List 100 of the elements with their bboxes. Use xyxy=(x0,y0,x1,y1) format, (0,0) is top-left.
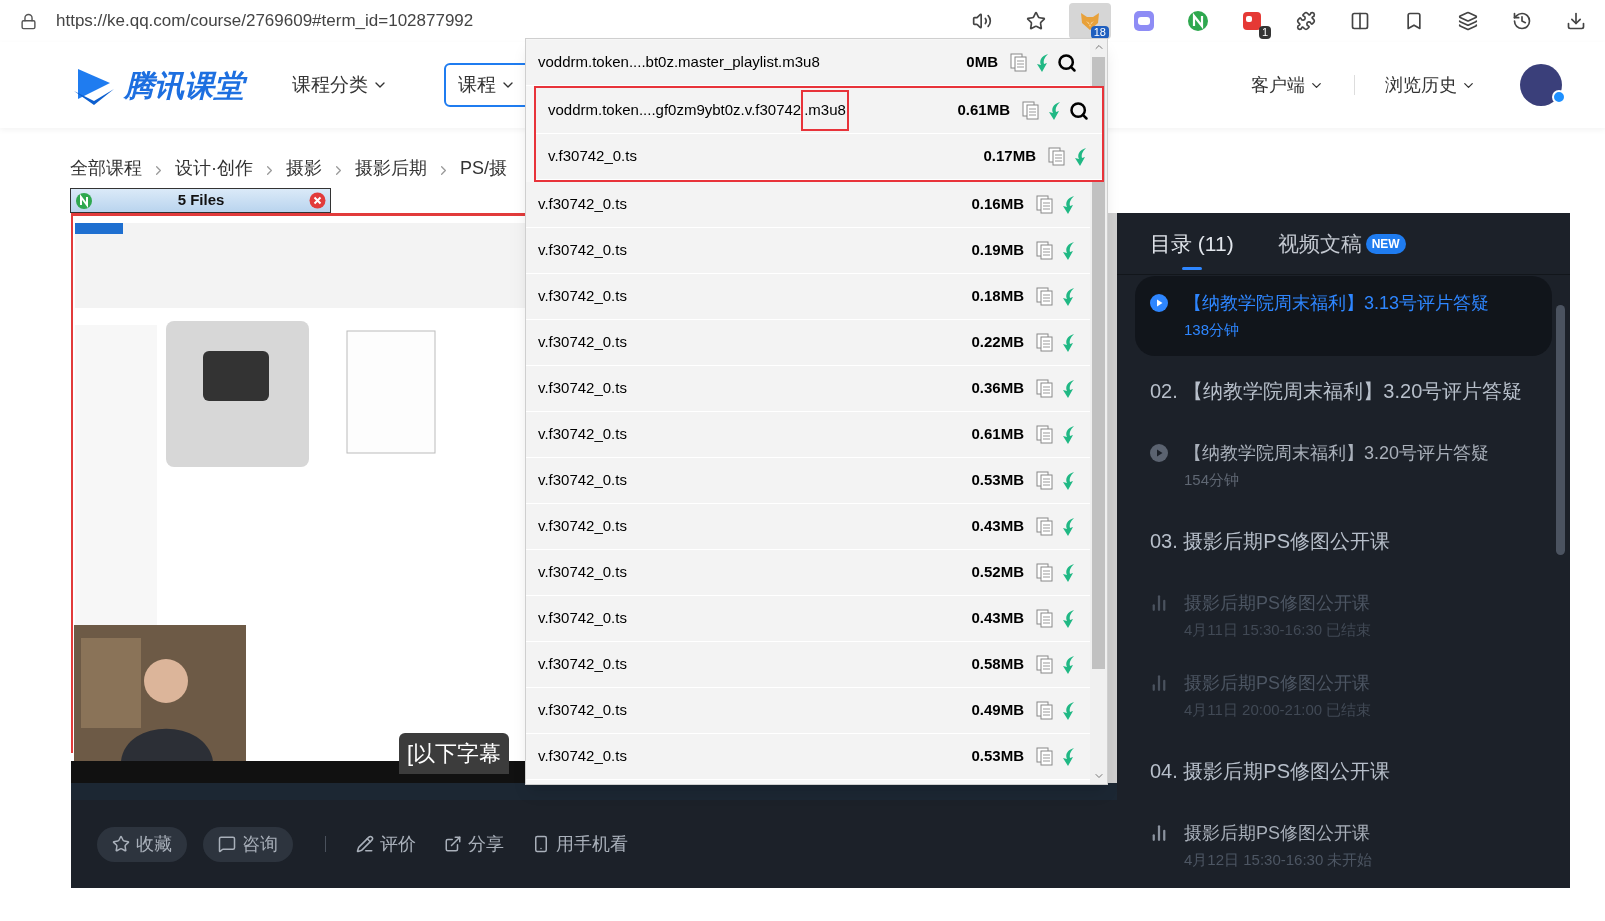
share-icon xyxy=(444,835,462,853)
header-link[interactable]: 客户端 xyxy=(1251,71,1324,99)
action-link[interactable]: 用手机看 xyxy=(532,830,628,858)
copy-button[interactable] xyxy=(1046,146,1068,167)
bars-icon xyxy=(1150,824,1168,842)
extension-icon xyxy=(1187,10,1209,32)
file-name: v.f30742_0.ts xyxy=(538,194,627,215)
toolbar-button[interactable]: 18 xyxy=(1069,3,1111,39)
file-size: 0.36MB xyxy=(971,378,1024,399)
favorites-icon xyxy=(1404,11,1424,31)
extensions-icon xyxy=(1296,11,1316,31)
copy-icon xyxy=(1036,378,1054,399)
favorite-add-icon xyxy=(1026,11,1046,31)
breadcrumb-link[interactable]: 摄影后期 xyxy=(355,155,427,182)
lesson-title: 【纳教学院周末福利】3.20号评片答疑 xyxy=(1184,442,1490,465)
file-name: v.f30742_0.ts xyxy=(538,608,627,629)
lesson-item[interactable]: 【纳教学院周末福利】3.13号评片答疑 138分钟 xyxy=(1135,276,1552,356)
bars-icon xyxy=(1150,674,1168,692)
copy-button[interactable] xyxy=(1034,608,1056,629)
copy-button[interactable] xyxy=(1008,52,1030,73)
breadcrumb-link[interactable]: PS/摄 xyxy=(460,155,507,182)
copy-button[interactable] xyxy=(1034,332,1056,353)
copy-icon xyxy=(1036,608,1054,629)
file-name: v.f30742_0.ts xyxy=(538,332,627,353)
copy-button[interactable] xyxy=(1034,240,1056,261)
file-size: 0.43MB xyxy=(971,608,1024,629)
file-size: 0.49MB xyxy=(971,700,1024,721)
new-badge: NEW xyxy=(1365,233,1406,254)
file-size: 0.53MB xyxy=(971,746,1024,767)
file-size: 0.17MB xyxy=(983,146,1036,167)
copy-button[interactable] xyxy=(1034,286,1056,307)
download-icon xyxy=(1566,11,1586,31)
file-size: 0.22MB xyxy=(971,332,1024,353)
history-icon xyxy=(1512,11,1532,31)
header-link[interactable]: 浏览历史 xyxy=(1385,71,1476,99)
copy-button[interactable] xyxy=(1034,516,1056,537)
catalog-tab[interactable]: 目录 (11) xyxy=(1150,213,1234,274)
extension-icon xyxy=(1133,10,1155,32)
copy-icon xyxy=(1036,424,1054,445)
count-badge: 1 xyxy=(1258,26,1271,39)
copy-button[interactable] xyxy=(1034,470,1056,491)
copy-button[interactable] xyxy=(1034,194,1056,215)
copy-button[interactable] xyxy=(1034,562,1056,583)
file-extension: .m3u8 xyxy=(801,90,849,131)
file-name: v.f30742_0.ts xyxy=(538,562,627,583)
file-name: v.f30742_0.ts xyxy=(538,516,627,537)
catalog-tab[interactable]: 视频文稿 NEW xyxy=(1277,213,1406,274)
copy-icon xyxy=(1036,654,1054,675)
copy-button[interactable] xyxy=(1034,700,1056,721)
copy-button[interactable] xyxy=(1020,100,1042,121)
chapter-title: 02. 【纳教学院周末福利】3.20号评片答疑 xyxy=(1150,379,1523,404)
copy-icon xyxy=(1036,286,1054,307)
address-bar[interactable]: https://ke.qq.com/course/2769609#term_id=102877992 xyxy=(56,8,474,34)
chapter-title: 04. 摄影后期PS修图公开课 xyxy=(1150,759,1391,784)
lock-icon xyxy=(20,12,37,30)
file-size: 0.19MB xyxy=(971,240,1024,261)
copy-icon xyxy=(1036,194,1054,215)
copy-button[interactable] xyxy=(1034,378,1056,399)
search-scope[interactable]: 课程 xyxy=(458,70,496,100)
category-menu[interactable]: 课程分类 xyxy=(292,70,388,100)
avatar[interactable] xyxy=(1520,64,1562,106)
bars-icon xyxy=(1150,594,1168,612)
read-aloud-icon xyxy=(972,11,992,31)
collections-icon xyxy=(1458,11,1478,31)
breadcrumb-link[interactable]: 设计·创作 xyxy=(175,155,253,182)
play-icon xyxy=(1150,444,1168,462)
action-link[interactable]: 分享 xyxy=(444,830,504,858)
breadcrumb-link[interactable]: 全部课程 xyxy=(70,155,142,182)
action-link[interactable]: 评价 xyxy=(356,830,416,858)
copy-icon xyxy=(1036,470,1054,491)
scrollbar[interactable] xyxy=(1556,305,1565,555)
file-name: v.f30742_0.ts xyxy=(538,746,627,767)
copy-icon xyxy=(1036,332,1054,353)
copy-button[interactable] xyxy=(1034,746,1056,767)
split-screen-icon xyxy=(1350,11,1370,31)
file-size: 0.61MB xyxy=(971,424,1024,445)
lesson-title: 【纳教学院周末福利】3.13号评片答疑 xyxy=(1184,292,1490,315)
file-size: 0.43MB xyxy=(971,516,1024,537)
file-name: v.f30742_0.ts xyxy=(538,424,627,445)
action-button[interactable]: 咨询 xyxy=(203,826,293,862)
file-size: 0.18MB xyxy=(971,286,1024,307)
file-name: v.f30742_0.ts xyxy=(538,654,627,675)
copy-button[interactable] xyxy=(1034,654,1056,675)
file-size: 0MB xyxy=(966,52,998,73)
lesson-item[interactable]: 【纳教学院周末福利】3.20号评片答疑 154分钟 xyxy=(1117,426,1570,506)
copy-icon xyxy=(1036,516,1054,537)
status-badge xyxy=(1552,90,1566,104)
lesson-duration: 138分钟 xyxy=(1184,320,1241,340)
toolbar-button[interactable]: 1 xyxy=(1231,3,1273,39)
copy-icon xyxy=(1036,700,1054,721)
file-name: v.f30742_0.ts xyxy=(538,286,627,307)
file-size: 0.58MB xyxy=(971,654,1024,675)
copy-button[interactable] xyxy=(1034,424,1056,445)
copy-icon xyxy=(1022,100,1040,121)
close-icon[interactable] xyxy=(309,192,326,209)
action-button[interactable]: 收藏 xyxy=(97,826,187,862)
tab-underline xyxy=(1181,267,1202,270)
breadcrumb-link[interactable]: 摄影 xyxy=(286,155,322,182)
copy-icon xyxy=(1010,52,1028,73)
copy-icon xyxy=(1036,562,1054,583)
